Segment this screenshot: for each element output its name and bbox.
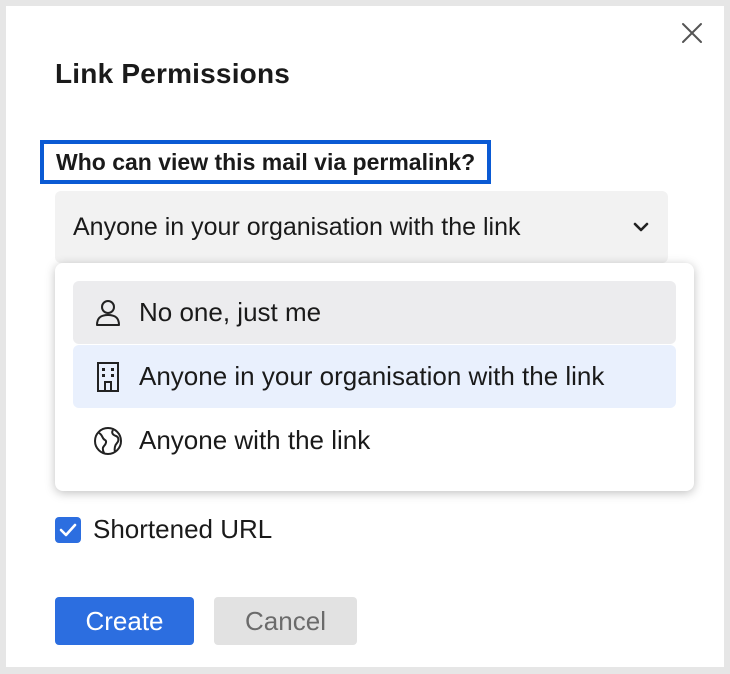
permission-dropdown-menu: No one, just me Anyone in your organisat… bbox=[55, 263, 694, 491]
link-permissions-dialog: Link Permissions Who can view this mail … bbox=[6, 6, 724, 667]
shortened-url-option[interactable]: Shortened URL bbox=[55, 514, 272, 545]
permission-question-label: Who can view this mail via permalink? bbox=[40, 140, 492, 184]
create-button[interactable]: Create bbox=[55, 597, 194, 645]
cancel-button[interactable]: Cancel bbox=[214, 597, 357, 645]
option-label: Anyone with the link bbox=[139, 425, 371, 455]
chevron-down-icon bbox=[632, 221, 650, 233]
option-label: No one, just me bbox=[139, 297, 322, 327]
option-no-one[interactable]: No one, just me bbox=[73, 281, 676, 344]
permission-select[interactable]: Anyone in your organisation with the lin… bbox=[55, 191, 668, 263]
shortened-url-checkbox[interactable] bbox=[55, 516, 81, 543]
close-icon[interactable] bbox=[677, 18, 707, 48]
shortened-url-label: Shortened URL bbox=[93, 514, 273, 544]
globe-icon bbox=[91, 424, 125, 458]
option-organisation[interactable]: Anyone in your organisation with the lin… bbox=[73, 345, 676, 408]
user-icon bbox=[91, 296, 125, 330]
dialog-title: Link Permissions bbox=[55, 58, 291, 89]
checkmark-icon bbox=[59, 523, 77, 536]
permission-select-value: Anyone in your organisation with the lin… bbox=[73, 212, 521, 241]
building-icon bbox=[91, 360, 125, 394]
option-label: Anyone in your organisation with the lin… bbox=[139, 361, 605, 391]
option-anyone[interactable]: Anyone with the link bbox=[73, 409, 676, 472]
